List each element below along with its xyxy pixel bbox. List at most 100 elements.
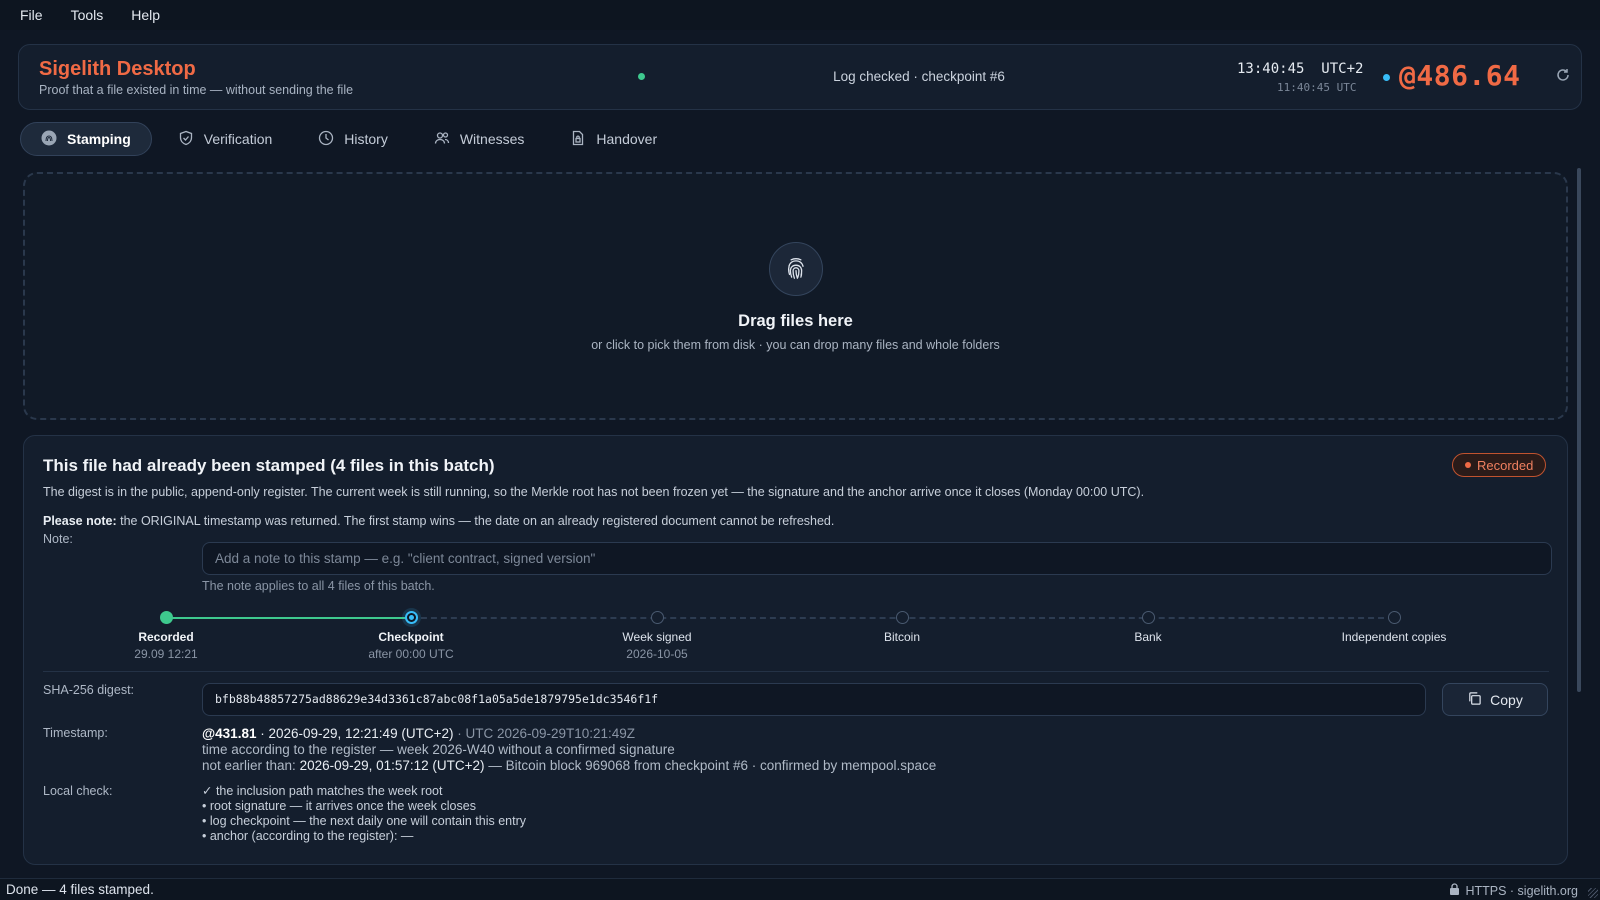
stamp-result-card: This file had already been stamped (4 fi… (23, 435, 1568, 865)
check-item: • anchor (according to the register): — (202, 829, 414, 843)
timestamp-label: Timestamp: (43, 726, 108, 740)
clock-utc: 11:40:45 UTC (1277, 81, 1357, 94)
status-badge-label: Recorded (1477, 457, 1534, 473)
fingerprint-icon (41, 130, 57, 149)
notice-text: the ORIGINAL timestamp was returned. The… (116, 514, 835, 528)
status-message: Done — 4 files stamped. (6, 882, 154, 897)
check-item: • log checkpoint — the next daily one wi… (202, 814, 526, 828)
result-notice: Please note: the ORIGINAL timestamp was … (43, 514, 834, 528)
timeline-step-name: Recorded (138, 630, 194, 644)
local-check-label: Local check: (43, 784, 113, 798)
menu-help[interactable]: Help (119, 3, 172, 27)
dropzone-subtitle: or click to pick them from disk · you ca… (591, 338, 1000, 352)
scrollbar[interactable] (1577, 168, 1581, 692)
app-subtitle: Proof that a file existed in time — with… (39, 83, 354, 97)
notice-strong: Please note: (43, 514, 117, 528)
timestamp-main: @431.81 · 2026-09-29, 12:21:49 (UTC+2) ·… (202, 726, 635, 741)
tab-stamping-label: Stamping (67, 131, 131, 147)
menu-file[interactable]: File (8, 3, 55, 27)
timeline-step: Checkpoint after 00:00 UTC (311, 630, 511, 661)
tab-history[interactable]: History (298, 122, 408, 156)
tab-history-label: History (344, 131, 388, 147)
copy-button[interactable]: Copy (1442, 683, 1548, 716)
status-badge: Recorded (1452, 453, 1547, 477)
status-bar: Done — 4 files stamped. HTTPS · sigelith… (0, 878, 1600, 900)
timeline-node-bank (1142, 611, 1155, 624)
menu-bar: File Tools Help (0, 0, 1600, 30)
timeline-step: Bitcoin (802, 630, 1002, 644)
file-dropzone[interactable]: Drag files here or click to pick them fr… (23, 172, 1568, 420)
clock-local-zone: UTC+2 (1321, 61, 1364, 77)
timestamp-utc: · UTC 2026-09-29T10:21:49Z (453, 726, 636, 741)
timeline-step-name: Independent copies (1341, 630, 1447, 644)
timeline-step-sub: 29.09 12:21 (134, 647, 198, 661)
tab-witnesses[interactable]: Witnesses (414, 122, 545, 156)
clock-local: 13:40:45 UTC+2 (1237, 61, 1363, 77)
timeline-node-recorded (160, 611, 173, 624)
tab-verification[interactable]: Verification (158, 122, 292, 156)
check-item: • root signature — it arrives once the w… (202, 799, 476, 813)
timeline-step: Bank (1048, 630, 1248, 644)
app-title: Sigelith Desktop (39, 58, 196, 80)
copy-button-label: Copy (1490, 691, 1523, 708)
timeline-step-sub: 2026-10-05 (626, 647, 688, 661)
clock-dot (1383, 74, 1390, 81)
section-divider (43, 671, 1549, 672)
result-title: This file had already been stamped (4 fi… (43, 456, 495, 475)
timestamp-register-note: time according to the register — week 20… (202, 742, 675, 757)
app-header: Sigelith Desktop Proof that a file exist… (18, 44, 1582, 110)
shield-check-icon (178, 130, 194, 149)
timestamp-not-earlier: not earlier than: 2026-09-29, 01:57:12 (… (202, 758, 936, 773)
not-earlier-value: 2026-09-29, 01:57:12 (UTC+2) (299, 758, 485, 773)
timeline-step-sub: after 00:00 UTC (368, 647, 454, 661)
timeline-step-name: Checkpoint (378, 630, 444, 644)
note-label: Note: (43, 532, 73, 546)
resize-grip[interactable] (1588, 888, 1598, 898)
timeline-step: Independent copies (1294, 630, 1494, 644)
timeline-node-week-signed (651, 611, 664, 624)
timeline-step: Week signed 2026-10-05 (557, 630, 757, 661)
dropzone-title: Drag files here (738, 312, 853, 330)
note-hint: The note applies to all 4 files of this … (202, 579, 435, 593)
timeline-segment-done (166, 617, 411, 619)
main-tabs: Stamping Verification History Witnesses … (20, 122, 677, 156)
users-icon (434, 130, 450, 149)
tab-handover[interactable]: Handover (550, 122, 677, 156)
note-input[interactable] (202, 542, 1552, 575)
badge-dot (1465, 462, 1471, 468)
timeline-step: Recorded 29.09 12:21 (66, 630, 266, 661)
timestamp-beat: @431.81 (202, 726, 257, 741)
connection-status: HTTPS · sigelith.org (1449, 883, 1578, 898)
timeline-node-checkpoint (405, 611, 418, 624)
timeline-node-bitcoin (896, 611, 909, 624)
timeline-step-name: Bitcoin (883, 630, 921, 644)
timeline-node-independent-copies (1388, 611, 1401, 624)
local-check-list: ✓ the inclusion path matches the week ro… (202, 784, 526, 844)
not-earlier-suffix: — Bitcoin block 969068 from checkpoint #… (484, 758, 937, 773)
tab-stamping[interactable]: Stamping (20, 122, 152, 156)
digest-label: SHA-256 digest: (43, 683, 135, 697)
refresh-icon[interactable] (1551, 65, 1575, 89)
progress-timeline: Recorded 29.09 12:21 Checkpoint after 00… (24, 606, 1567, 666)
log-status: Log checked · checkpoint #6 (833, 69, 1005, 84)
copy-icon (1467, 691, 1482, 709)
digest-field[interactable]: bfb88b48857275ad88629e34d3361c87abc08f1a… (202, 683, 1426, 716)
timeline-step-name: Week signed (622, 630, 692, 644)
beat-time: @486.64 (1399, 59, 1521, 92)
clock-local-time: 13:40:45 (1237, 61, 1305, 77)
log-status-dot (638, 73, 645, 80)
check-item: ✓ the inclusion path matches the week ro… (202, 784, 443, 798)
connection-label: HTTPS · sigelith.org (1465, 883, 1578, 898)
not-earlier-prefix: not earlier than: (202, 758, 300, 773)
timeline-step-name: Bank (1134, 630, 1162, 644)
timestamp-local: · 2026-09-29, 12:21:49 (UTC+2) (256, 726, 454, 741)
tab-verification-label: Verification (203, 131, 273, 147)
tab-witnesses-label: Witnesses (459, 131, 525, 147)
fingerprint-icon (769, 242, 823, 296)
clock-icon (318, 130, 334, 149)
document-lock-icon (570, 130, 586, 149)
menu-tools[interactable]: Tools (59, 3, 116, 27)
tab-handover-label: Handover (596, 131, 658, 147)
lock-icon (1449, 883, 1460, 898)
result-description: The digest is in the public, append-only… (43, 485, 1145, 499)
